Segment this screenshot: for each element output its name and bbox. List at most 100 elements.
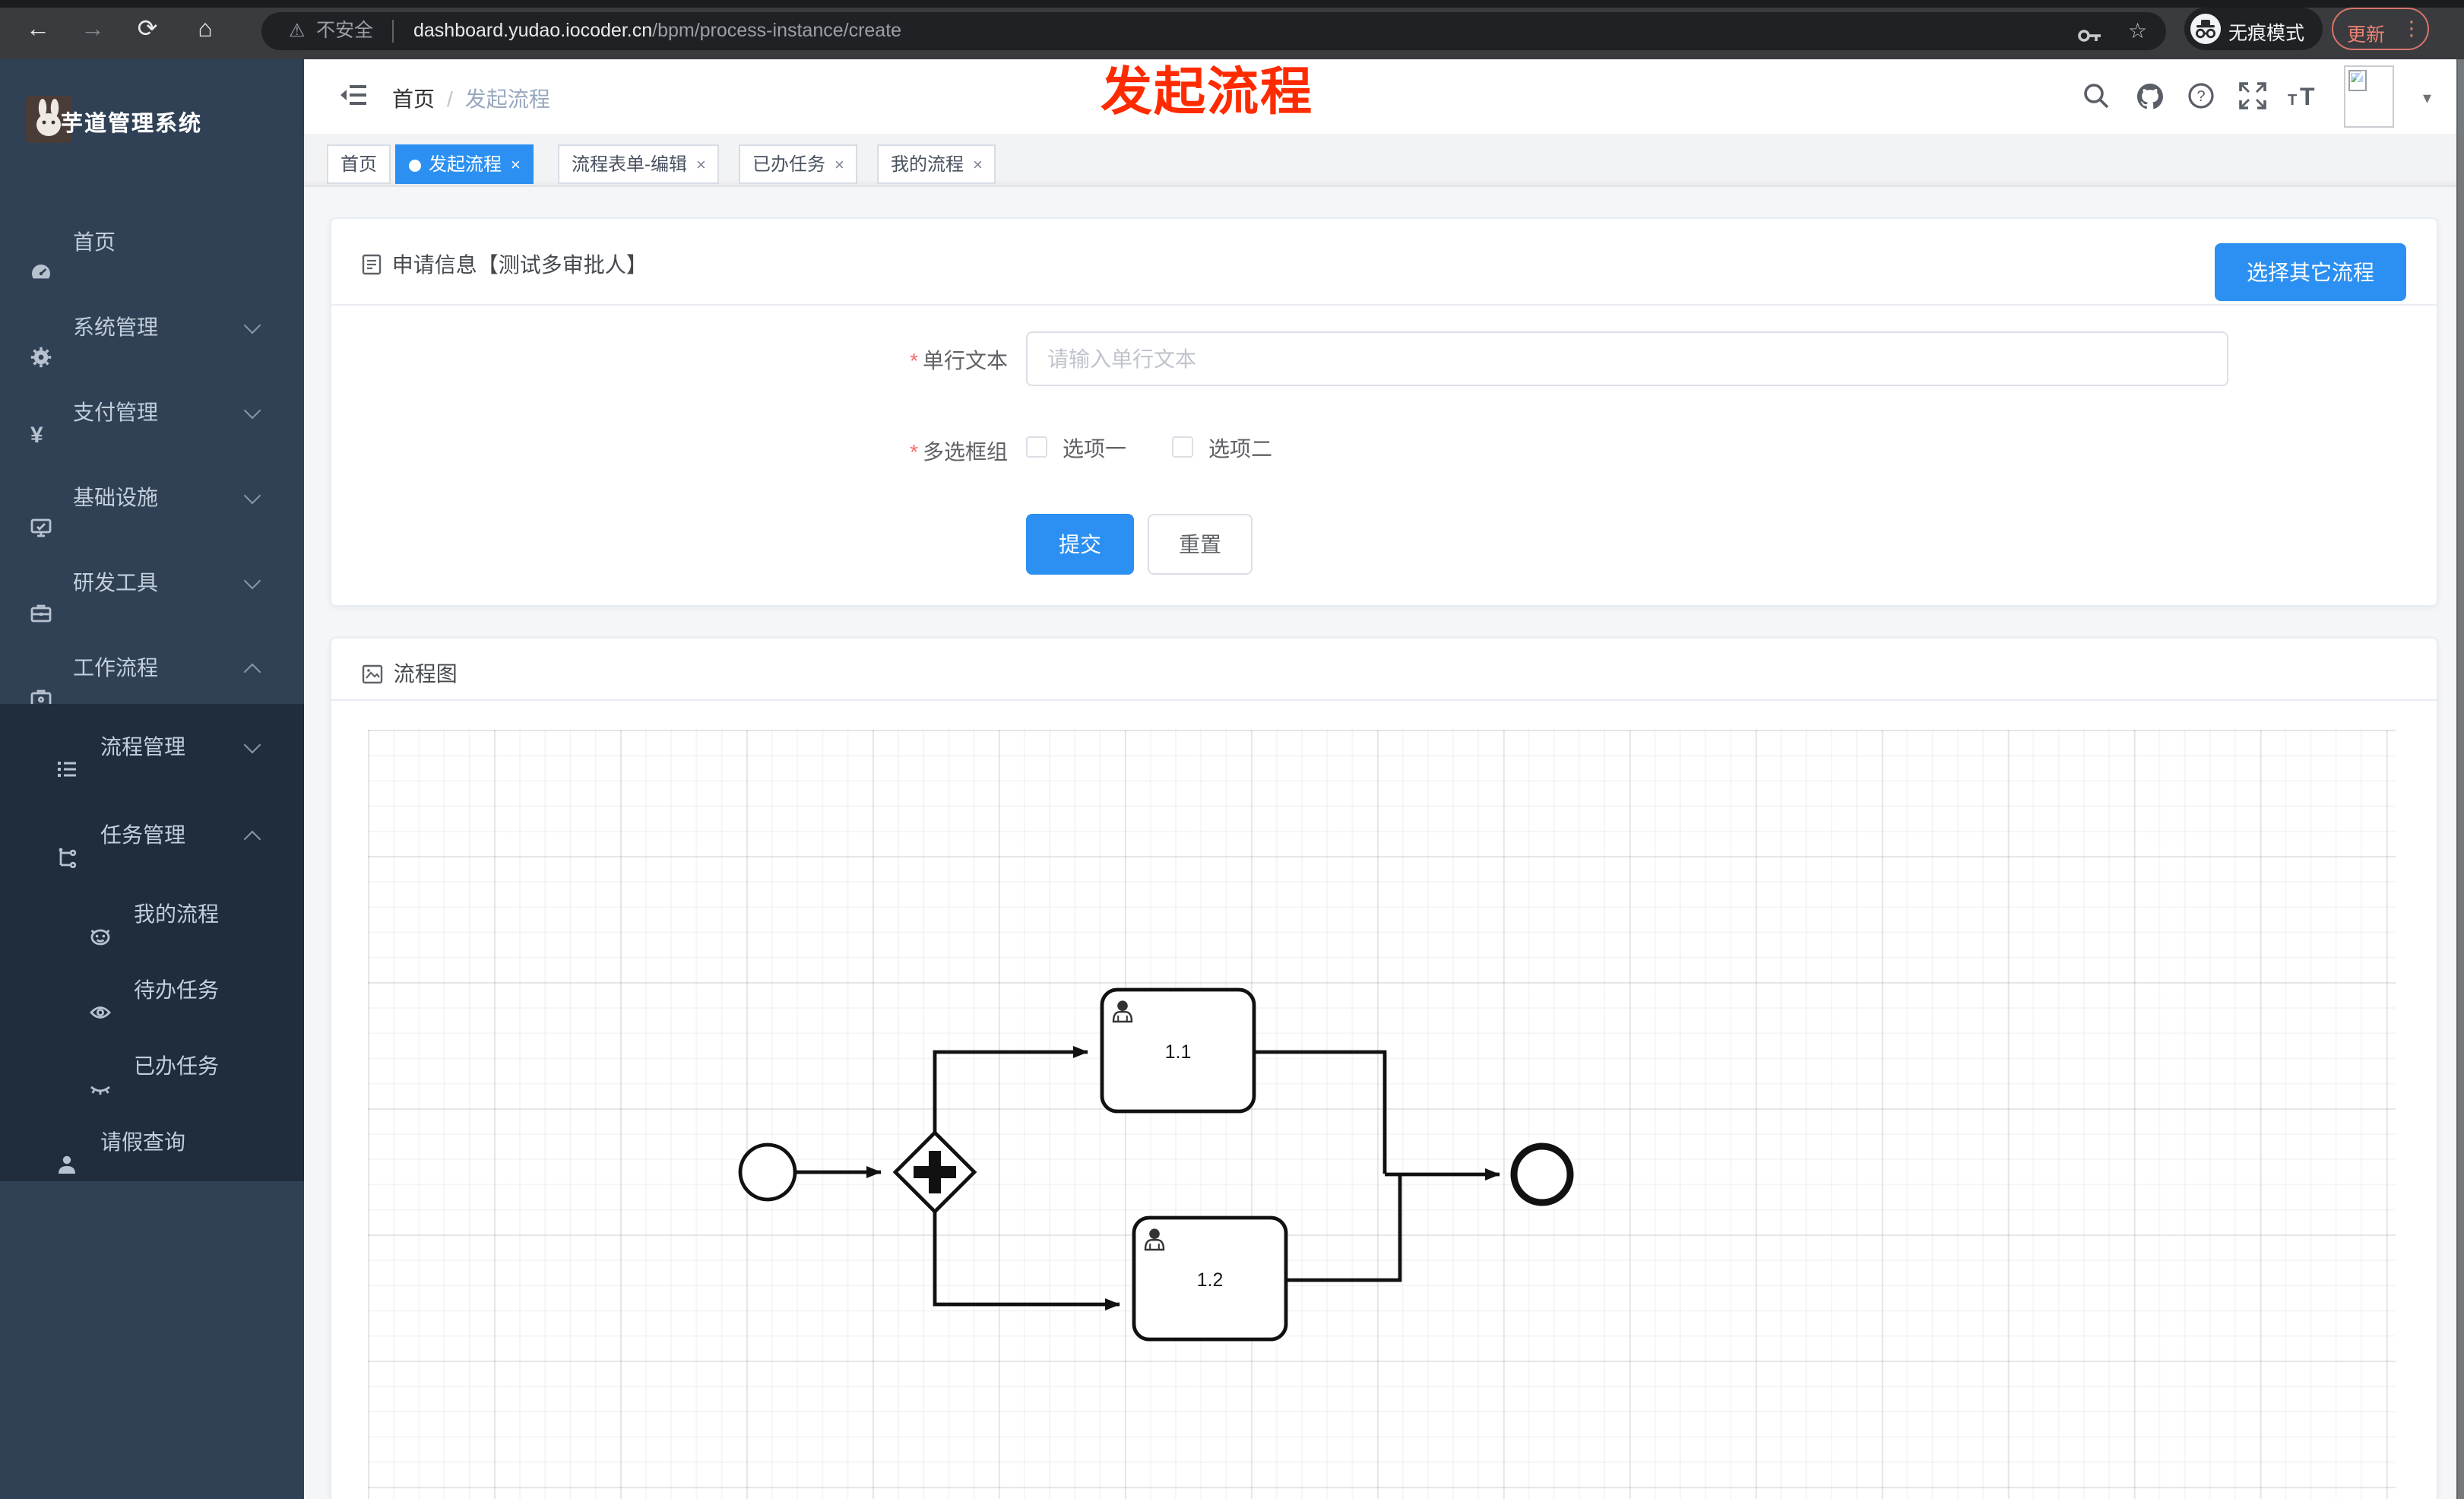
close-icon[interactable]: × bbox=[835, 157, 844, 175]
sidebar-item-infra[interactable]: 基础设施 bbox=[0, 455, 304, 540]
top-navbar: 首页 / 发起流程 ? TT ▾ bbox=[304, 59, 2464, 134]
tab-home[interactable]: 首页 bbox=[327, 144, 391, 184]
sidebar-item-todo-tasks[interactable]: 待办任务 bbox=[0, 953, 304, 1026]
sidebar-item-workflow[interactable]: 工作流程 bbox=[0, 625, 304, 710]
chevron-down-icon bbox=[243, 316, 261, 334]
security-label[interactable]: 不安全 bbox=[316, 12, 373, 50]
tab-done-tasks[interactable]: 已办任务 × bbox=[739, 144, 858, 184]
dashboard-icon bbox=[30, 233, 52, 279]
tab-label: 首页 bbox=[340, 154, 378, 175]
active-dot bbox=[409, 159, 421, 172]
required-asterisk: * bbox=[910, 439, 918, 464]
breadcrumb: 首页 / 发起流程 bbox=[392, 84, 550, 114]
checkbox-option-2[interactable] bbox=[1172, 436, 1193, 458]
breadcrumb-home[interactable]: 首页 bbox=[392, 87, 435, 111]
monitor-icon bbox=[30, 488, 52, 537]
tab-my-process[interactable]: 我的流程 × bbox=[877, 144, 996, 184]
update-label: 更新 bbox=[2347, 24, 2386, 46]
tab-create-process[interactable]: 发起流程 × bbox=[395, 144, 534, 184]
sidebar-item-label: 工作流程 bbox=[73, 655, 158, 680]
sidebar-menu: 首页 系统管理 ¥ 支付管理 基础设施 研发工具 工作流程 bbox=[0, 199, 304, 710]
flow-task2-out bbox=[1286, 1175, 1402, 1282]
avatar[interactable] bbox=[2344, 65, 2394, 128]
logo-row[interactable]: 芋道管理系统 bbox=[0, 59, 304, 199]
browser-tab-strip bbox=[0, 0, 2464, 8]
incognito-icon bbox=[2190, 14, 2221, 44]
apply-card-title-text: 申请信息【测试多审批人】 bbox=[391, 252, 648, 277]
list-icon bbox=[56, 736, 78, 777]
sidebar-item-label: 流程管理 bbox=[100, 734, 185, 759]
browser-reload-icon[interactable]: ⟳ bbox=[128, 11, 167, 50]
browser-update-button[interactable]: 更新 ⋮ bbox=[2332, 8, 2429, 50]
process-diagram-card: 流程图 1.1 1.2 bbox=[330, 637, 2438, 1499]
sidebar-item-payment[interactable]: ¥ 支付管理 bbox=[0, 369, 304, 455]
sidebar-item-label: 支付管理 bbox=[73, 400, 158, 424]
diagram-card-title: 流程图 bbox=[362, 658, 458, 689]
close-icon[interactable]: × bbox=[696, 157, 706, 175]
start-event[interactable] bbox=[738, 1142, 797, 1202]
checkbox-option-1-label[interactable]: 选项一 bbox=[1063, 433, 1126, 464]
github-icon[interactable] bbox=[2134, 82, 2165, 113]
text-field-label: * 单行文本 bbox=[910, 348, 1008, 372]
apply-card-title: 申请信息【测试多审批人】 bbox=[362, 249, 648, 280]
bookmark-star-icon[interactable]: ☆ bbox=[2128, 12, 2147, 50]
avatar-caret-icon[interactable]: ▾ bbox=[2423, 88, 2431, 108]
sidebar-item-label: 基础设施 bbox=[73, 485, 158, 509]
workflow-submenu: 流程管理 任务管理 我的流程 待办任务 已办任务 请假查询 bbox=[0, 704, 304, 1181]
chevron-down-icon bbox=[243, 572, 261, 590]
fullscreen-icon[interactable] bbox=[2238, 82, 2268, 113]
eye-closed-icon bbox=[90, 1055, 111, 1095]
required-asterisk: * bbox=[910, 348, 918, 372]
svg-text:T: T bbox=[2288, 92, 2297, 109]
chevron-up-icon bbox=[243, 663, 261, 681]
image-icon bbox=[362, 664, 389, 689]
sidebar-item-system[interactable]: 系统管理 bbox=[0, 284, 304, 369]
browser-home-icon[interactable]: ⌂ bbox=[185, 11, 225, 50]
sidebar-item-leave-query[interactable]: 请假查询 bbox=[0, 1105, 304, 1178]
security-warning-icon: ⚠ bbox=[289, 20, 306, 41]
window-edge bbox=[2456, 59, 2464, 1499]
choose-other-process-button[interactable]: 选择其它流程 bbox=[2215, 243, 2406, 301]
sidebar-item-process-mgmt[interactable]: 流程管理 bbox=[0, 710, 304, 783]
task-label: 1.1 bbox=[1165, 1041, 1192, 1063]
bpmn-canvas[interactable]: 1.1 1.2 bbox=[368, 730, 2396, 1499]
sidebar-item-my-process[interactable]: 我的流程 bbox=[0, 877, 304, 950]
help-icon[interactable]: ? bbox=[2186, 82, 2216, 113]
parallel-gateway[interactable] bbox=[892, 1130, 977, 1215]
search-icon[interactable] bbox=[2081, 82, 2111, 113]
end-event[interactable] bbox=[1510, 1142, 1574, 1206]
sidebar-item-home[interactable]: 首页 bbox=[0, 199, 304, 284]
close-icon[interactable]: × bbox=[973, 157, 983, 175]
chevron-up-icon bbox=[243, 830, 261, 848]
url-text: dashboard.yudao.iocoder.cn/bpm/process-i… bbox=[413, 12, 901, 50]
submit-button[interactable]: 提交 bbox=[1026, 514, 1134, 575]
flow-task1-out bbox=[1254, 1050, 1387, 1174]
browser-back-icon[interactable]: ← bbox=[18, 11, 58, 50]
sidebar-collapse-icon[interactable] bbox=[340, 84, 366, 114]
single-line-text-input[interactable] bbox=[1026, 331, 2228, 386]
svg-text:T: T bbox=[2300, 83, 2315, 109]
toolbox-icon bbox=[30, 573, 52, 623]
sidebar-item-label: 请假查询 bbox=[100, 1130, 185, 1154]
sidebar: 芋道管理系统 首页 系统管理 ¥ 支付管理 基础设施 研发工具 工作流程 流程管… bbox=[0, 59, 304, 1499]
reset-button[interactable]: 重置 bbox=[1148, 514, 1253, 575]
sidebar-item-devtools[interactable]: 研发工具 bbox=[0, 540, 304, 625]
password-key-icon[interactable] bbox=[2078, 21, 2102, 59]
tab-form-edit[interactable]: 流程表单-编辑 × bbox=[558, 144, 720, 184]
user-task-1-1[interactable]: 1.1 bbox=[1100, 987, 1256, 1114]
user-task-1-2[interactable]: 1.2 bbox=[1132, 1215, 1288, 1342]
checkbox-option-2-label[interactable]: 选项二 bbox=[1208, 433, 1272, 464]
url-path: /bpm/process-instance/create bbox=[652, 20, 902, 41]
app-title: 芋道管理系统 bbox=[61, 113, 202, 137]
browser-forward-icon[interactable]: → bbox=[73, 11, 112, 50]
checkbox-option-1[interactable] bbox=[1026, 436, 1047, 458]
address-bar[interactable]: ⚠ 不安全 dashboard.yudao.iocoder.cn/bpm/pro… bbox=[261, 12, 2166, 50]
apply-info-card: 申请信息【测试多审批人】 选择其它流程 *单行文本 *多选框组 选项一 选项二 … bbox=[330, 217, 2438, 607]
apply-card-header: 申请信息【测试多审批人】 选择其它流程 bbox=[331, 219, 2437, 306]
sidebar-item-done-tasks[interactable]: 已办任务 bbox=[0, 1029, 304, 1102]
browser-menu-icon[interactable]: ⋮ bbox=[2402, 17, 2421, 41]
divider bbox=[392, 20, 394, 43]
sidebar-item-task-mgmt[interactable]: 任务管理 bbox=[0, 798, 304, 871]
font-size-icon[interactable]: TT bbox=[2288, 82, 2318, 113]
close-icon[interactable]: × bbox=[511, 157, 521, 175]
